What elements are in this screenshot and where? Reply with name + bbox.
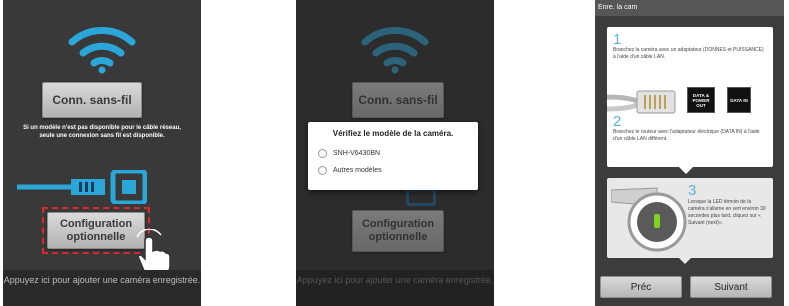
instruction-card-step3: 3 Lorsque la LED témoin de la caméra s'a…: [607, 178, 773, 258]
screen-wireless-connection: Conn. sans-fil Si un modèle n'est pas di…: [3, 0, 201, 306]
camera-model-dialog: Vérifiez le modèle de la caméra. SNH-V64…: [308, 122, 478, 190]
data-in-port: DATA IN: [727, 87, 751, 113]
dialog-title: Vérifiez le modèle de la caméra.: [332, 129, 454, 138]
step-1-number: 1: [613, 31, 622, 48]
wifi-icon: [68, 27, 136, 74]
wireless-note: Si un modèle n'est pas disponible pour l…: [23, 125, 181, 139]
wireless-connection-button[interactable]: Conn. sans-fil: [42, 82, 142, 118]
wireless-connection-button[interactable]: Conn. sans-fil: [352, 82, 444, 118]
radio-button[interactable]: [318, 166, 327, 175]
screen-register-camera: Enre. la cam 1 Branchez la caméra avec u…: [595, 0, 784, 306]
radio-button[interactable]: [318, 149, 327, 158]
step-3-text: Lorsque la LED témoin de la caméra s'all…: [688, 199, 766, 226]
option-label: SNH-V6430BN: [333, 150, 381, 157]
camera-led-icon: [611, 187, 687, 252]
next-button[interactable]: Suivant: [690, 276, 772, 298]
model-option-snh-v6430bn[interactable]: SNH-V6430BN: [318, 145, 468, 162]
step-1-text: Branchez la caméra avec un adaptateur (D…: [613, 47, 764, 60]
step-2-number: 2: [613, 113, 622, 130]
step-3-number: 3: [688, 182, 697, 199]
lan-port-icon: [406, 188, 436, 206]
option-label: Autres modèles: [333, 167, 382, 174]
step-2-text: Branchez le routeur avec l'adaptateur él…: [613, 129, 760, 142]
screen-title: Enre. la cam: [595, 0, 784, 16]
previous-button[interactable]: Préc: [600, 276, 682, 298]
card-pointer: [679, 258, 691, 264]
card-pointer: [679, 167, 693, 174]
wifi-icon: [361, 27, 429, 74]
lan-cable-icon: [17, 170, 147, 204]
data-power-out-port: DATA & POWER OUT: [687, 87, 715, 113]
optional-config-button[interactable]: Configuration optionnelle: [352, 210, 444, 252]
add-registered-camera-link[interactable]: Appuyez ici pour ajouter une caméra enre…: [296, 270, 494, 306]
screen-model-select: Conn. sans-fil Configuration optionnelle…: [296, 0, 494, 306]
instruction-card: 1 Branchez la caméra avec un adaptateur …: [607, 27, 773, 167]
add-registered-camera-link[interactable]: Appuyez ici pour ajouter une caméra enre…: [3, 270, 201, 306]
model-option-other[interactable]: Autres modèles: [318, 162, 468, 179]
